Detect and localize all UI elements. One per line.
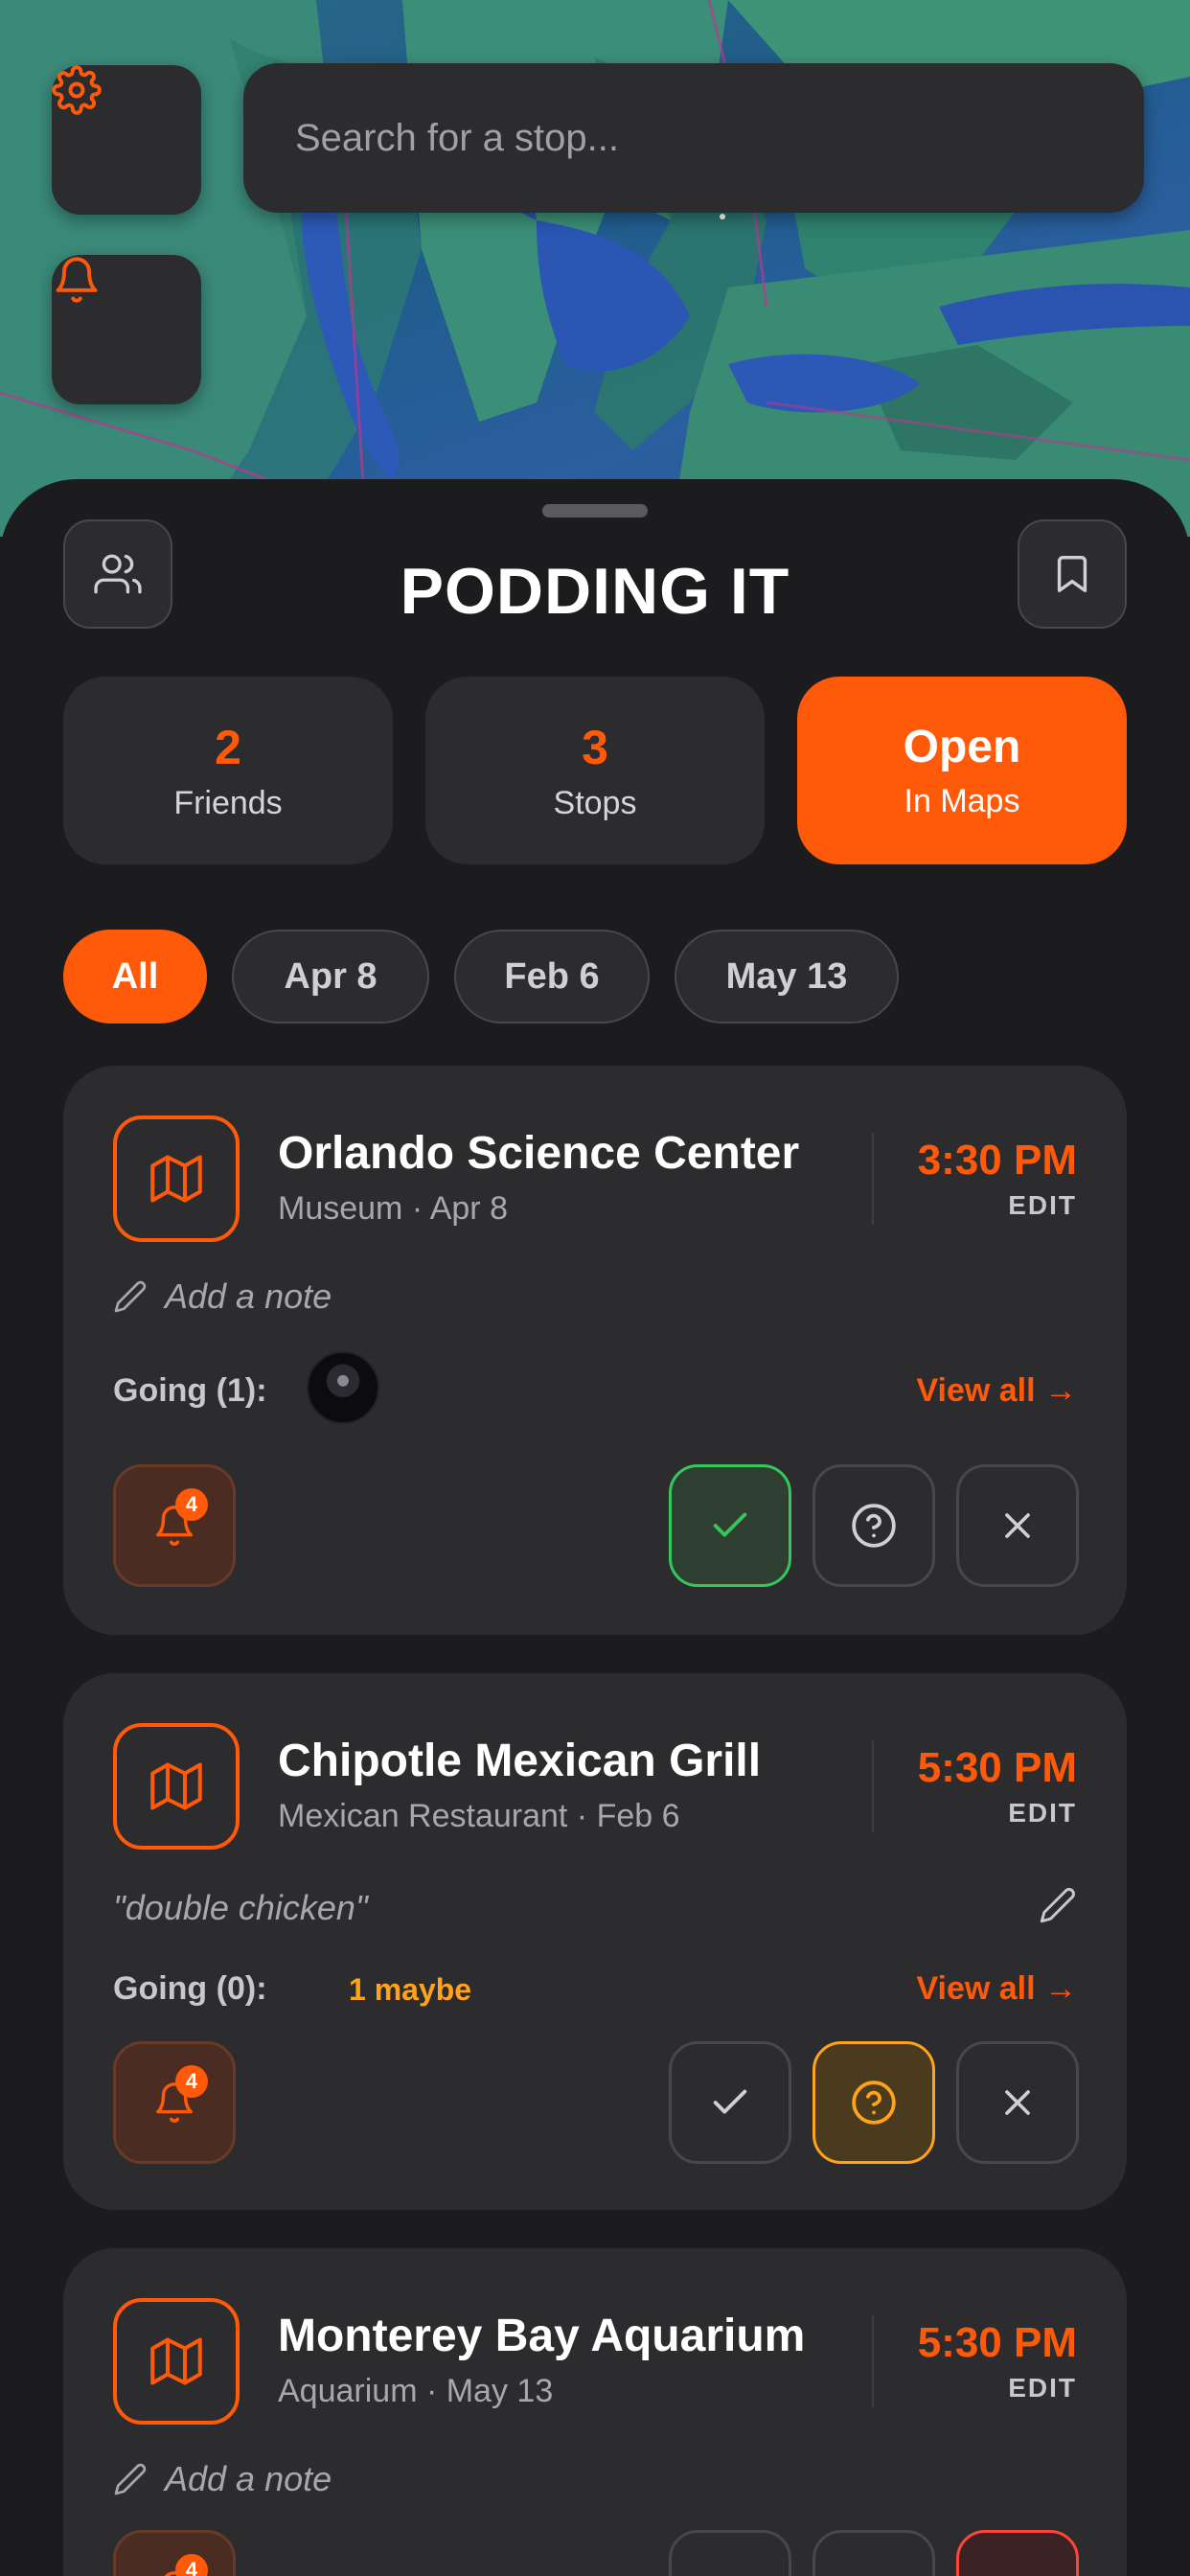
stop-time[interactable]: 3:30 PM (918, 1137, 1077, 1184)
stop-subtitle: Museum · Apr 8 (278, 1190, 508, 1227)
edit-time-button[interactable]: EDIT (1008, 1798, 1077, 1828)
note-text: "double chicken" (113, 1888, 368, 1927)
question-icon (852, 1504, 896, 1548)
stops-stat[interactable]: 3 Stops (425, 677, 765, 864)
stop-time[interactable]: 5:30 PM (918, 2319, 1077, 2367)
search-bar[interactable] (243, 63, 1144, 213)
gear-icon (52, 65, 102, 115)
sheet-grabber[interactable] (542, 504, 648, 518)
rsvp-maybe-button[interactable] (812, 2530, 935, 2576)
stops-label: Stops (553, 784, 637, 821)
bottom-sheet: PODDING IT 2 Friends 3 Stops Open In Map… (0, 479, 1190, 2576)
divider (872, 2315, 874, 2407)
bookmark-icon (1057, 556, 1087, 592)
rsvp-going-button[interactable] (669, 2530, 791, 2576)
stop-card[interactable]: Orlando Science Center Museum · Apr 8 3:… (63, 1066, 1127, 1635)
notifications-button[interactable] (52, 255, 201, 404)
friends-label: Friends (173, 784, 283, 821)
map-icon (150, 1762, 202, 1810)
stop-subtitle: Aquarium · May 13 (278, 2373, 554, 2409)
notification-badge: 4 (175, 1488, 208, 1521)
divider (872, 1133, 874, 1225)
bell-icon (56, 257, 98, 303)
stop-notifications-button[interactable]: 4 (113, 2041, 236, 2164)
stop-card[interactable]: Monterey Bay Aquarium Aquarium · May 13 … (63, 2248, 1127, 2576)
stop-title: Chipotle Mexican Grill (278, 1736, 762, 1786)
map-icon-button[interactable] (113, 1723, 240, 1850)
stop-card[interactable]: Chipotle Mexican Grill Mexican Restauran… (63, 1673, 1127, 2210)
pencil-icon (114, 2463, 147, 2496)
going-label: Going (1): (113, 1372, 267, 1409)
open-in-maps-button[interactable]: Open In Maps (797, 677, 1127, 864)
rsvp-not-going-button[interactable] (956, 2530, 1079, 2576)
note-text: Add a note (165, 1276, 332, 1316)
filter-may-13[interactable]: May 13 (675, 930, 899, 1024)
edit-time-button[interactable]: EDIT (1008, 1190, 1077, 1221)
notification-badge: 4 (175, 2554, 208, 2576)
edit-time-button[interactable]: EDIT (1008, 2373, 1077, 2404)
open-label: Open (903, 722, 1021, 772)
stop-note: "double chicken" (113, 1888, 368, 1928)
map-icon-button[interactable] (113, 1116, 240, 1242)
pencil-icon (1040, 1888, 1075, 1923)
filter-feb-6[interactable]: Feb 6 (454, 930, 650, 1024)
edit-note-button[interactable] (1039, 1886, 1077, 1929)
stop-notifications-button[interactable]: 4 (113, 2530, 236, 2576)
add-note-button[interactable]: Add a note (113, 1276, 332, 1317)
search-input[interactable] (295, 116, 1144, 160)
map-icon-button[interactable] (113, 2298, 240, 2425)
note-text: Add a note (165, 2459, 332, 2498)
rsvp-going-button[interactable] (669, 2041, 791, 2164)
stop-title: Orlando Science Center (278, 1128, 800, 1179)
view-all-link[interactable]: View all → (916, 1970, 1077, 2008)
check-icon (713, 1512, 747, 1537)
rsvp-maybe-button[interactable] (812, 1464, 935, 1587)
bookmark-button[interactable] (1018, 519, 1127, 629)
check-icon (713, 2089, 747, 2114)
close-icon (1005, 1513, 1030, 1538)
filter-all[interactable]: All (63, 930, 207, 1024)
friends-stat[interactable]: 2 Friends (63, 677, 393, 864)
pencil-icon (114, 1280, 147, 1313)
stop-title: Monterey Bay Aquarium (278, 2311, 806, 2361)
view-all-link[interactable]: View all → (916, 1372, 1077, 1410)
settings-button[interactable] (52, 65, 201, 215)
add-note-button[interactable]: Add a note (113, 2459, 332, 2499)
divider (872, 1740, 874, 1832)
rsvp-not-going-button[interactable] (956, 1464, 1079, 1587)
filter-apr-8[interactable]: Apr 8 (232, 930, 429, 1024)
friends-count: 2 (215, 720, 241, 774)
stops-count: 3 (582, 720, 608, 774)
maybe-count: 1 maybe (349, 1972, 472, 2007)
rsvp-not-going-button[interactable] (956, 2041, 1079, 2164)
stop-time[interactable]: 5:30 PM (918, 1744, 1077, 1792)
question-icon (852, 2081, 896, 2125)
map-view[interactable] (0, 0, 1190, 537)
going-label: Going (0): (113, 1970, 267, 2007)
pod-title: PODDING IT (400, 555, 790, 628)
stop-notifications-button[interactable]: 4 (113, 1464, 236, 1587)
notification-badge: 4 (175, 2065, 208, 2098)
stop-subtitle: Mexican Restaurant · Feb 6 (278, 1798, 680, 1834)
rsvp-maybe-button[interactable] (812, 2041, 935, 2164)
avatar[interactable] (307, 1351, 379, 1424)
map-icon (150, 2337, 202, 2385)
rsvp-going-button[interactable] (669, 1464, 791, 1587)
in-maps-label: In Maps (904, 783, 1020, 819)
close-icon (1005, 2090, 1030, 2115)
map-icon (150, 1155, 202, 1203)
